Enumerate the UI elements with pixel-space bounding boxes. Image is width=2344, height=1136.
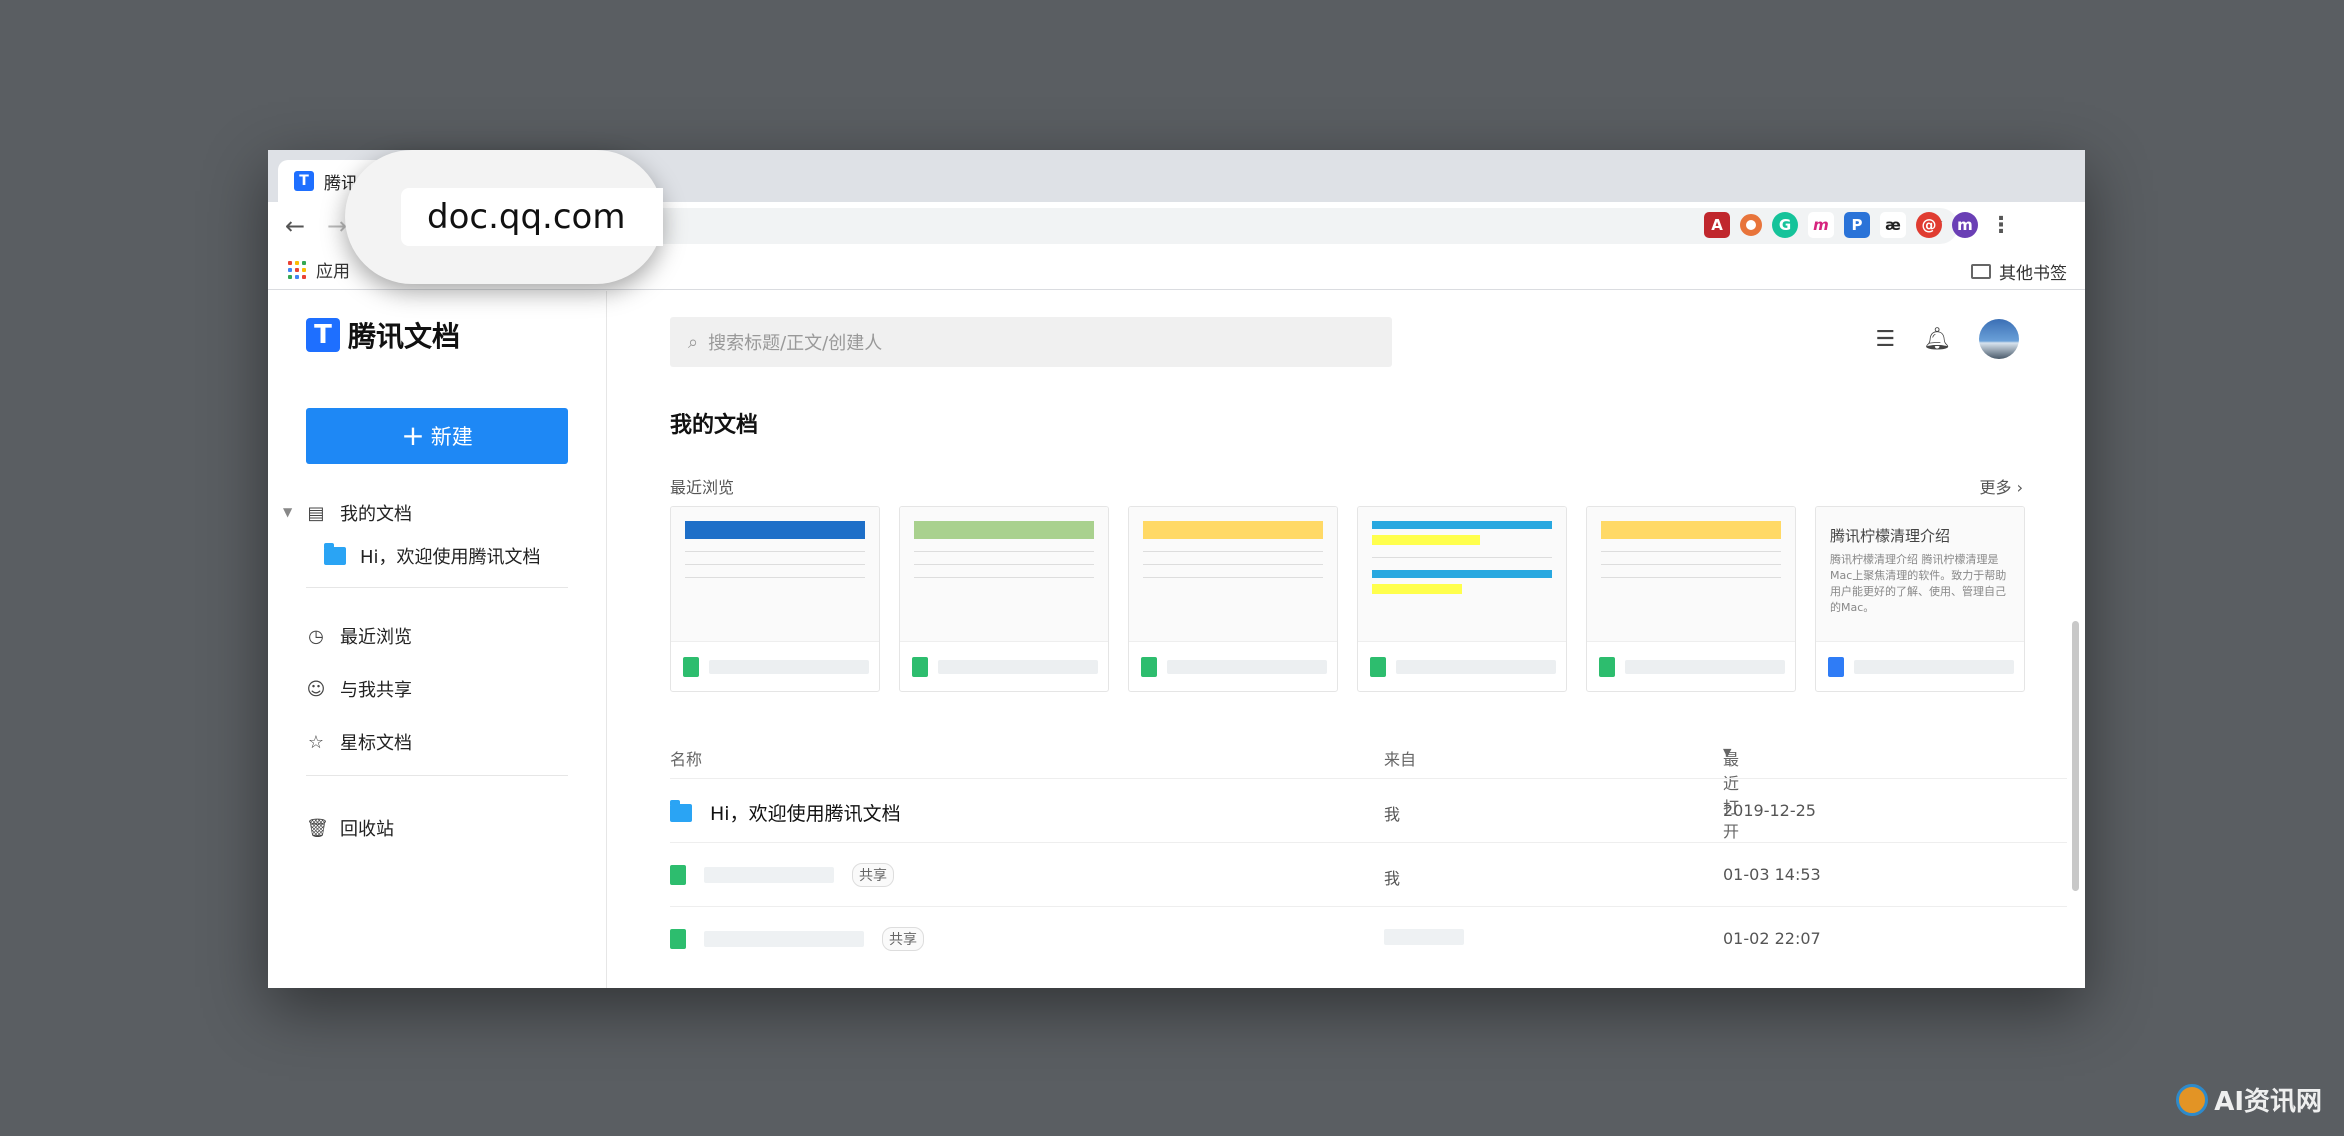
table-row[interactable]: Hi，欢迎使用腾讯文档 我 2019-12-25 [670, 778, 2067, 842]
sidebar-item-welcome-folder[interactable]: Hi，欢迎使用腾讯文档 [324, 543, 541, 569]
page-title: 我的文档 [670, 413, 759, 438]
card-doc-body: 腾讯柠檬清理介绍 腾讯柠檬清理是Mac上聚焦清理的软件。致力于帮助用户能更好的了… [1830, 553, 2007, 614]
sidebar-item-shared[interactable]: ☺ 与我共享 [306, 676, 412, 702]
table-row[interactable]: 共享 01-02 22:07 [670, 906, 2067, 970]
url-text: doc.qq.com [401, 188, 663, 246]
sidebar-item-trash[interactable]: 🗑 回收站 [306, 815, 394, 841]
m-icon[interactable]: m [1808, 212, 1834, 238]
trash-icon: 🗑 [306, 817, 329, 839]
folder-icon [670, 799, 692, 822]
recent-section-label: 最近浏览 [670, 478, 735, 497]
user-avatar[interactable] [1979, 319, 2019, 359]
sidebar-divider [306, 775, 568, 776]
recent-card[interactable] [1586, 506, 1796, 692]
col-from[interactable]: 来自 [1384, 746, 1416, 770]
card-thumbnail [900, 507, 1108, 642]
ae-icon[interactable]: æ [1880, 212, 1906, 238]
sheet-icon [1141, 657, 1157, 677]
table-row[interactable]: 共享 我 01-03 14:53 [670, 842, 2067, 906]
caret-down-icon[interactable]: ▼ [283, 505, 292, 519]
recent-card[interactable] [1357, 506, 1567, 692]
red-circle-icon[interactable]: @ [1916, 212, 1942, 238]
search-input[interactable]: ⌕ 搜索标题/正文/创建人 [670, 317, 1392, 367]
recent-card[interactable] [1128, 506, 1338, 692]
card-thumbnail [671, 507, 879, 642]
bookmark-apps[interactable]: 应用 [316, 257, 350, 282]
sort-caret-icon: ▼ [1723, 746, 1732, 759]
main-content: ⌕ 搜索标题/正文/创建人 ☰ 🔔︎ 我的文档 最近浏览 更多 › 腾讯柠檬清理… [608, 291, 2085, 988]
scrollbar[interactable] [2072, 621, 2079, 891]
shared-badge: 共享 [882, 927, 924, 951]
star-icon: ☆ [307, 731, 325, 753]
grammarly-icon[interactable]: G [1772, 212, 1798, 238]
new-button[interactable]: + 新建 [306, 408, 568, 464]
profile-avatar[interactable]: m [1952, 212, 1978, 238]
sidebar-item-my-docs[interactable]: ▤ 我的文档 [306, 500, 412, 526]
sidebar: T 腾讯文档 + 新建 ▼ ▤ 我的文档 Hi，欢迎使用腾讯文档 ◷ 最近浏览 … [268, 291, 607, 988]
sidebar-divider [306, 587, 568, 588]
sidebar-item-recent[interactable]: ◷ 最近浏览 [306, 623, 412, 649]
table-header: 名称 来自 最近打开 ▼ [670, 746, 1740, 841]
color-wheel-icon[interactable] [1740, 214, 1762, 236]
bell-icon[interactable]: 🔔︎ [1923, 327, 1951, 352]
card-doc-title: 腾讯柠檬清理介绍 [1830, 527, 1951, 545]
watermark: AI资讯网 [2176, 1081, 2322, 1118]
folder-icon [324, 543, 346, 565]
top-actions: ☰ 🔔︎ [1875, 319, 2019, 359]
folder-icon [1971, 264, 1991, 279]
more-link[interactable]: 更多 › [1980, 474, 2024, 498]
sheet-icon [1599, 657, 1615, 677]
sheet-icon [912, 657, 928, 677]
extensions-bar: A G m P æ @ m ⋮ [1704, 212, 2014, 238]
tencent-docs-favicon: T [294, 171, 314, 191]
shared-badge: 共享 [852, 863, 894, 887]
card-thumbnail [1129, 507, 1337, 642]
url-magnifier: doc.qq.com [345, 150, 663, 284]
sheet-icon [670, 865, 686, 885]
clock-icon: ◷ [308, 625, 324, 647]
recent-card[interactable]: 腾讯柠檬清理介绍 腾讯柠檬清理介绍 腾讯柠檬清理是Mac上聚焦清理的软件。致力于… [1815, 506, 2025, 692]
search-icon: ⌕ [688, 331, 699, 353]
watermark-logo-icon [2176, 1083, 2209, 1116]
document-icon: ▤ [307, 502, 325, 524]
recent-card[interactable] [899, 506, 1109, 692]
list-menu-icon[interactable]: ☰ [1875, 327, 1895, 352]
plus-icon: + [401, 419, 425, 452]
person-icon: ☺ [306, 678, 326, 700]
pdf-icon[interactable]: A [1704, 212, 1730, 238]
app-logo[interactable]: T 腾讯文档 [306, 315, 460, 355]
col-name[interactable]: 名称 [670, 746, 702, 770]
sidebar-item-starred[interactable]: ☆ 星标文档 [306, 729, 412, 755]
sheet-icon [1370, 657, 1386, 677]
doc-icon [1828, 657, 1844, 677]
sheet-icon [683, 657, 699, 677]
apps-grid-icon[interactable] [288, 260, 306, 279]
card-thumbnail [1587, 507, 1795, 642]
card-thumbnail [1358, 507, 1566, 642]
p-icon[interactable]: P [1844, 212, 1870, 238]
back-icon[interactable]: ← [280, 211, 310, 241]
tencent-docs-logo-icon: T [306, 318, 340, 352]
card-thumbnail: 腾讯柠檬清理介绍 腾讯柠檬清理介绍 腾讯柠檬清理是Mac上聚焦清理的软件。致力于… [1816, 507, 2024, 642]
sheet-icon [670, 929, 686, 949]
recent-card[interactable] [670, 506, 880, 692]
recent-cards: 腾讯柠檬清理介绍 腾讯柠檬清理介绍 腾讯柠檬清理是Mac上聚焦清理的软件。致力于… [670, 506, 2025, 692]
other-bookmarks[interactable]: 其他书签 [1971, 259, 2067, 284]
menu-kebab-icon[interactable]: ⋮ [1988, 212, 2014, 238]
